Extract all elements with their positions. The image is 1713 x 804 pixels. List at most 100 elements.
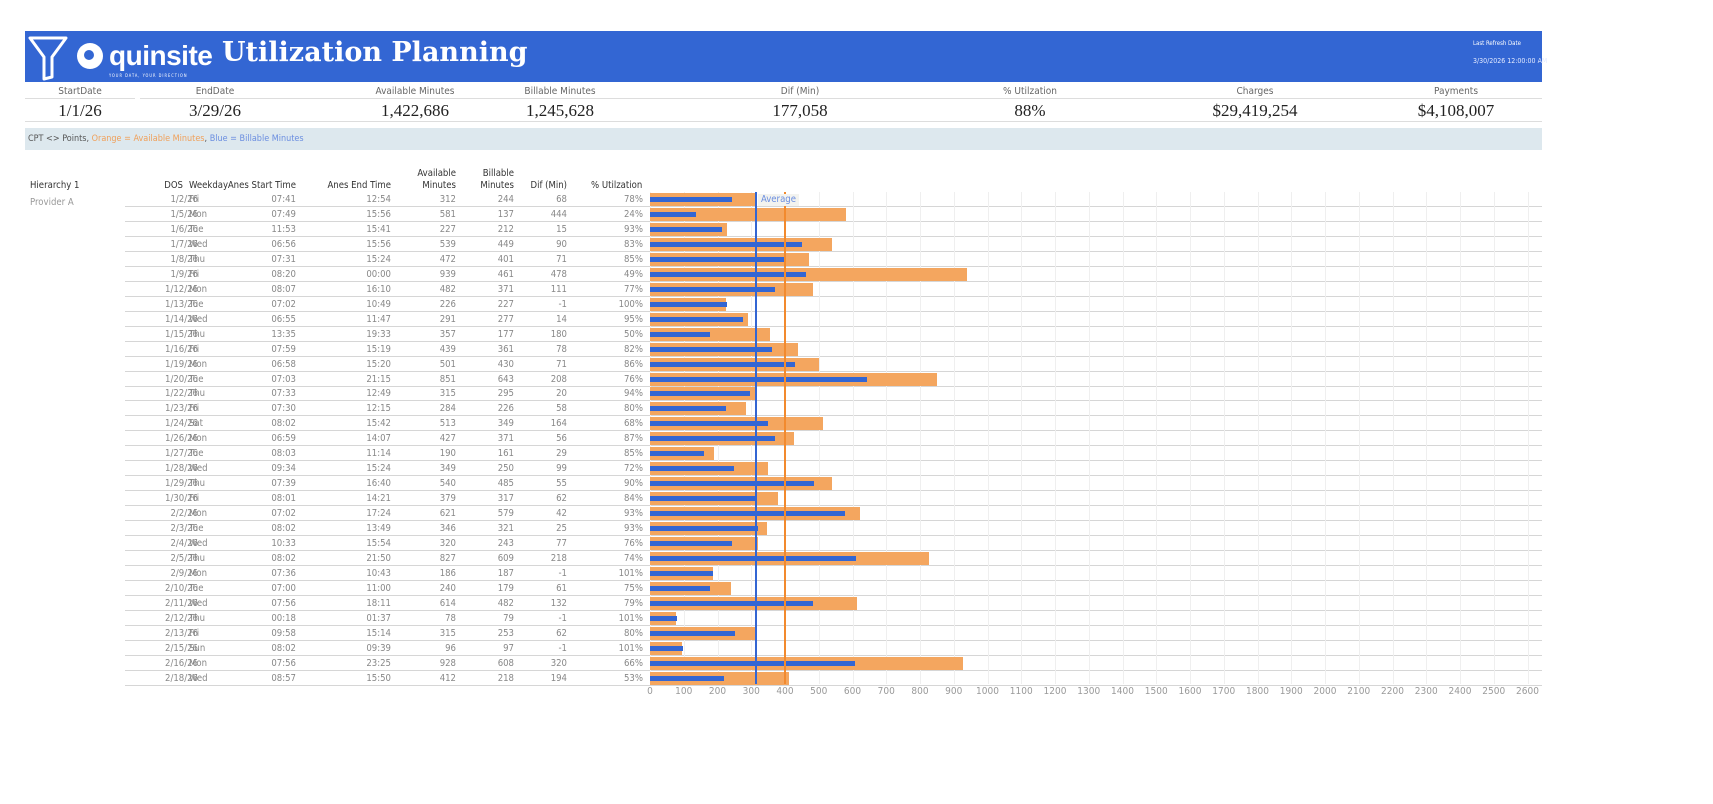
kpi-7: Payments $4,108,007 <box>1370 86 1542 121</box>
cell: 07:41 <box>271 194 296 205</box>
col-header-pct[interactable]: % Utilzation <box>591 180 642 192</box>
filter-icon[interactable] <box>28 35 68 81</box>
bar-billable[interactable] <box>650 391 750 397</box>
axis-tick-label: 2400 <box>1448 686 1472 697</box>
cell: -1 <box>558 612 567 624</box>
bar-billable[interactable] <box>650 511 846 517</box>
bar-billable[interactable] <box>650 660 856 666</box>
cell: 71 <box>556 253 567 265</box>
bar-billable[interactable] <box>650 600 813 606</box>
cell: Mon <box>189 358 208 370</box>
bar-billable[interactable] <box>650 301 727 307</box>
col-header-start[interactable]: Anes Start Time <box>226 180 296 192</box>
cell: 939 <box>439 268 456 280</box>
bar-billable[interactable] <box>650 466 735 472</box>
col-header-dos[interactable]: DOS <box>140 180 183 192</box>
bar-billable[interactable] <box>650 197 733 202</box>
cell: 643 <box>497 373 514 385</box>
bar-billable[interactable] <box>650 376 867 382</box>
cell: 244 <box>497 194 514 205</box>
cell: 08:02 <box>271 553 296 565</box>
cell: 08:02 <box>271 642 296 654</box>
cell: 76% <box>624 538 643 550</box>
cell: 10:49 <box>366 298 391 310</box>
cell: 226 <box>497 403 514 415</box>
bar-billable[interactable] <box>650 226 722 232</box>
bar-billable[interactable] <box>650 541 732 547</box>
cell: 07:00 <box>271 582 296 594</box>
cell: 315 <box>439 627 456 639</box>
bar-billable[interactable] <box>650 526 759 532</box>
cell: 218 <box>497 672 514 684</box>
group-provider-a: Provider A <box>30 197 74 208</box>
col-header-end[interactable]: Anes End Time <box>300 180 391 192</box>
cell: 412 <box>439 672 456 684</box>
col-header-billable-2[interactable]: Minutes <box>460 180 514 192</box>
bar-billable[interactable] <box>650 630 736 636</box>
cell: 24% <box>624 208 643 220</box>
axis-tick-label: 100 <box>675 686 693 697</box>
bar-billable[interactable] <box>650 361 796 367</box>
cell: 190 <box>439 448 456 460</box>
bar-billable[interactable] <box>650 421 768 427</box>
cell: Wed <box>189 463 208 475</box>
axis-tick-label: 1800 <box>1246 686 1269 697</box>
avg-available-line[interactable] <box>783 192 786 684</box>
bar-billable[interactable] <box>650 256 786 262</box>
cell: Fri <box>189 627 200 639</box>
bar-billable[interactable] <box>650 211 697 217</box>
cell: 11:14 <box>366 448 391 460</box>
bar-billable[interactable] <box>650 331 710 337</box>
bar-billable[interactable] <box>650 271 806 277</box>
col-header-available-2[interactable]: Minutes <box>400 180 456 192</box>
bar-billable[interactable] <box>650 615 677 621</box>
cell: 320 <box>439 538 456 550</box>
col-header-billable-1[interactable]: Billable <box>460 168 514 180</box>
cell: 93% <box>624 223 643 235</box>
cell: 14:21 <box>366 493 391 505</box>
cell: 101% <box>618 568 643 579</box>
bar-billable[interactable] <box>650 556 856 562</box>
axis-tick-label: 2000 <box>1313 686 1337 697</box>
cell: 361 <box>497 343 514 355</box>
cell: 15:56 <box>366 238 391 250</box>
bar-billable[interactable] <box>650 406 727 412</box>
cell: 08:07 <box>271 283 296 295</box>
avg-billable-line[interactable] <box>754 192 757 684</box>
cell: Thu <box>189 253 206 265</box>
cell: Thu <box>189 612 206 624</box>
cell: 18:11 <box>366 597 391 609</box>
bar-billable[interactable] <box>650 496 757 502</box>
bar-billable[interactable] <box>650 585 711 591</box>
cell: 84% <box>624 493 643 505</box>
bar-billable[interactable] <box>650 675 724 681</box>
bar-billable[interactable] <box>650 346 772 352</box>
cell: 42 <box>556 508 567 520</box>
bar-billable[interactable] <box>650 316 744 322</box>
bar-billable[interactable] <box>650 571 714 576</box>
cell: 96 <box>445 642 456 654</box>
cell: 23:25 <box>366 657 391 669</box>
cell: 180 <box>550 328 567 340</box>
bar-billable[interactable] <box>650 481 814 487</box>
cell: 137 <box>497 208 514 220</box>
cell: 11:53 <box>271 223 296 235</box>
axis-tick-label: 300 <box>742 686 760 697</box>
cell: 401 <box>497 253 514 265</box>
cell: 08:20 <box>271 268 296 280</box>
gridline <box>1156 192 1158 684</box>
cell: 19:33 <box>366 328 391 340</box>
bar-billable[interactable] <box>650 241 802 247</box>
bar-billable[interactable] <box>650 645 683 651</box>
cell: 295 <box>497 388 514 400</box>
cell: 928 <box>439 657 456 669</box>
cell: 111 <box>550 283 567 295</box>
col-header-hierarchy[interactable]: Hierarchy 1 <box>30 180 79 192</box>
col-header-weekday[interactable]: Weekday <box>189 180 228 192</box>
gridline <box>1190 192 1191 684</box>
col-header-dif[interactable]: Dif (Min) <box>520 180 567 192</box>
cell: Tue <box>189 298 204 310</box>
gridline <box>920 192 921 684</box>
col-header-available-1[interactable]: Available <box>400 168 456 180</box>
bar-billable[interactable] <box>650 451 705 457</box>
